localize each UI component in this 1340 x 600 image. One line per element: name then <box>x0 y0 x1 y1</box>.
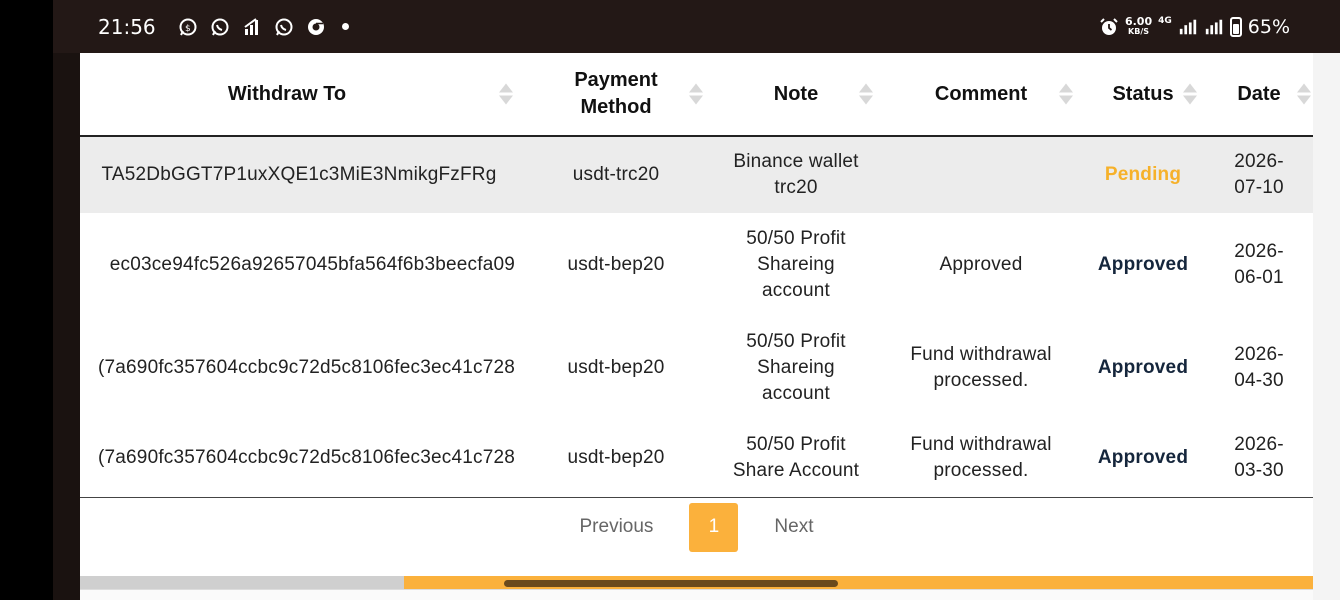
battery-level: 65% <box>1247 15 1290 38</box>
date: 2026- 06-01 <box>1234 240 1284 288</box>
payment-method: usdt-bep20 <box>567 356 665 378</box>
column-header-status[interactable]: Status <box>1081 53 1205 137</box>
payment-method: usdt-trc20 <box>521 136 711 213</box>
chrome-icon <box>306 17 326 37</box>
withdrawals-panel: Withdraw To Payment Method Note Comment <box>80 53 1313 600</box>
status-badge: Approved <box>1097 356 1189 378</box>
status-badge: Approved <box>1081 419 1205 498</box>
previous-page-button[interactable]: Previous <box>568 516 666 538</box>
comment: Fund withdrawal processed. <box>881 419 1081 498</box>
column-header-note[interactable]: Note <box>711 53 881 137</box>
device-bezel <box>0 0 53 600</box>
horizontal-scrollbar[interactable] <box>80 576 1313 589</box>
signal-alert-icon <box>242 17 262 37</box>
table-row: ec03ce94fc526a92657045bfa564f6b3beecfa09… <box>80 213 1313 316</box>
payment-method: usdt-bep20 <box>521 419 711 498</box>
status-bar: 21:56 $ 6.00 KB/S 4G 65% <box>53 0 1340 53</box>
sort-icon[interactable] <box>859 83 873 105</box>
table-row: (7a690fc357604ccbc9c72d5c8106fec3ec41c72… <box>80 419 1313 498</box>
note: Binance wallet trc20 <box>711 136 881 213</box>
network-speed: 6.00 KB/S <box>1124 14 1153 36</box>
pagination: Previous 1 Next <box>80 501 1313 553</box>
whatsapp-icon <box>210 17 230 37</box>
next-page-button[interactable]: Next <box>762 516 825 538</box>
date: 2026- 03-30 <box>1205 419 1313 498</box>
scrollbar-thumb[interactable] <box>504 580 838 587</box>
page-footer-edge <box>80 589 1313 600</box>
whatsapp-business-icon: $ <box>178 17 198 37</box>
more-notifications-icon <box>341 23 349 30</box>
withdrawals-table: Withdraw To Payment Method Note Comment <box>80 53 1313 498</box>
status-badge: Approved <box>1097 253 1189 275</box>
column-header-withdraw-to[interactable]: Withdraw To <box>80 53 521 137</box>
date: 2026- 07-10 <box>1205 136 1313 213</box>
table-header-row: Withdraw To Payment Method Note Comment <box>80 53 1313 137</box>
sort-icon[interactable] <box>689 83 703 105</box>
battery-icon <box>1229 16 1242 37</box>
signal-strength-icon <box>1204 17 1224 37</box>
alarm-icon <box>1099 17 1119 37</box>
network-type: 4G <box>1158 15 1172 26</box>
withdraw-address: (7a690fc357604ccbc9c72d5c8106fec3ec41c72… <box>97 356 515 378</box>
column-header-payment-method[interactable]: Payment Method <box>521 53 711 137</box>
column-header-date[interactable]: Date <box>1205 53 1313 137</box>
comment: Approved <box>939 253 1023 275</box>
note: 50/50 Profit Share Account <box>711 419 881 498</box>
signal-strength-icon <box>1178 17 1198 37</box>
sort-icon[interactable] <box>499 83 513 105</box>
sort-icon[interactable] <box>1297 83 1311 105</box>
column-header-comment[interactable]: Comment <box>881 53 1081 137</box>
date: 2026- 04-30 <box>1234 343 1284 391</box>
payment-method: usdt-bep20 <box>567 253 665 275</box>
clock: 21:56 <box>98 14 156 39</box>
scrollbar-track <box>80 576 404 589</box>
withdraw-address: ec03ce94fc526a92657045bfa564f6b3beecfa09 <box>109 253 515 275</box>
whatsapp-icon <box>274 17 294 37</box>
sort-icon[interactable] <box>1183 83 1197 105</box>
comment <box>881 136 1081 213</box>
comment: Fund withdrawal processed. <box>910 343 1052 391</box>
page-1-button[interactable]: 1 <box>689 502 739 552</box>
sort-icon[interactable] <box>1059 83 1073 105</box>
svg-text:$: $ <box>185 24 191 34</box>
table-row: TA52DbGGT7P1uxXQE1c3MiE3NmikgFzFRg usdt-… <box>80 136 1313 213</box>
note: 50/50 Profit Shareing account <box>746 227 846 301</box>
status-badge: Pending <box>1081 136 1205 213</box>
table-row: (7a690fc357604ccbc9c72d5c8106fec3ec41c72… <box>80 316 1313 419</box>
withdraw-address: (7a690fc357604ccbc9c72d5c8106fec3ec41c72… <box>80 419 521 498</box>
note: 50/50 Profit Shareing account <box>746 330 846 404</box>
page-gutter <box>1313 53 1340 600</box>
withdraw-address: TA52DbGGT7P1uxXQE1c3MiE3NmikgFzFRg <box>80 136 521 213</box>
